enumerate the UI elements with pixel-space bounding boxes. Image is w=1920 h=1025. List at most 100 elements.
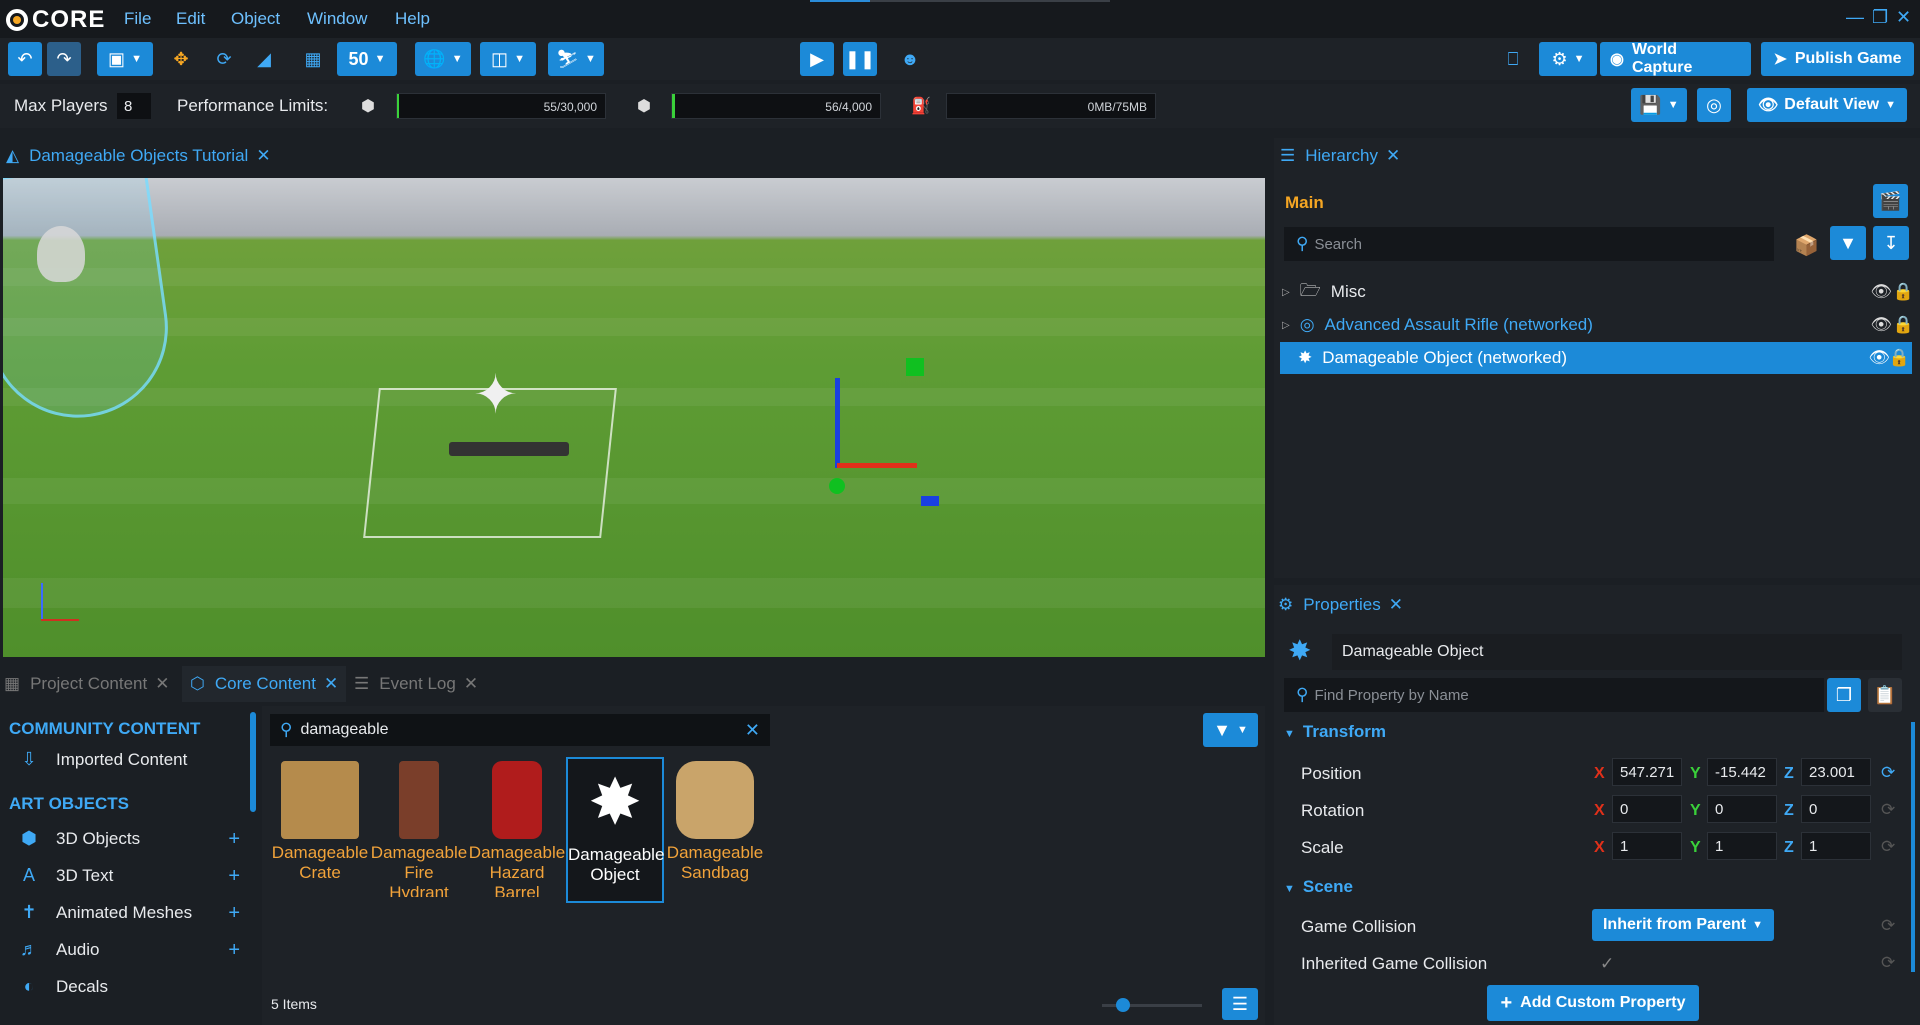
copy-properties-button[interactable]: ❐ <box>1827 678 1861 712</box>
reset-inherited-icon[interactable]: ⟳ <box>1881 953 1895 973</box>
menu-help[interactable]: Help <box>395 9 430 29</box>
art-objects-heading[interactable]: ART OBJECTS <box>9 794 129 814</box>
sidebar-item-animated-meshes[interactable]: ✝ Animated Meshes + <box>0 895 250 931</box>
sidebar-item-3d-objects[interactable]: ⬢ 3D Objects + <box>0 821 250 857</box>
sidebar-scrollbar[interactable] <box>250 712 256 812</box>
max-players-input[interactable]: 8 <box>117 93 151 119</box>
rotate-tool-button[interactable]: ⟳ <box>207 42 241 76</box>
hierarchy-row-assault-rifle[interactable]: ▷ ◎ Advanced Assault Rifle (networked) 👁… <box>1282 309 1914 341</box>
close-icon[interactable]: ✕ <box>324 674 338 694</box>
gizmo-plane-handle[interactable] <box>906 358 924 376</box>
tab-properties[interactable]: ⚙ Properties ✕ <box>1278 587 1403 623</box>
package-icon[interactable]: 📦 <box>1794 233 1819 258</box>
world-capture-button[interactable]: ◉ World Capture <box>1600 41 1751 76</box>
redo-button[interactable]: ↷ <box>47 42 81 76</box>
expand-arrow-icon[interactable]: ▷ <box>1282 320 1290 331</box>
menu-edit[interactable]: Edit <box>176 9 205 29</box>
hierarchy-filter-button[interactable]: ▼ <box>1830 226 1866 260</box>
gizmo-x-axis[interactable] <box>837 463 917 468</box>
menu-file[interactable]: File <box>124 9 151 29</box>
play-button[interactable]: ▶ <box>800 42 834 76</box>
paste-properties-button[interactable]: 📋 <box>1868 678 1902 712</box>
property-search-input[interactable]: Find Property by Name <box>1314 687 1468 704</box>
minimize-icon[interactable]: — <box>1846 7 1864 28</box>
selection-mode-button[interactable]: ▣ ▼ <box>97 42 153 76</box>
list-view-button[interactable]: ☰ <box>1222 988 1258 1020</box>
transform-section-header[interactable]: ▼ Transform <box>1284 722 1386 742</box>
object-name-field[interactable]: Damageable Object <box>1332 634 1902 670</box>
scale-x-input[interactable]: 1 <box>1612 832 1682 860</box>
reset-collision-icon[interactable]: ⟳ <box>1881 916 1895 936</box>
position-z-input[interactable]: 23.001 <box>1801 758 1871 786</box>
hierarchy-collapse-button[interactable]: ↧ <box>1873 226 1909 260</box>
expand-arrow-icon[interactable]: ▷ <box>1282 287 1290 298</box>
eye-icon[interactable]: 👁 <box>1868 348 1890 368</box>
plus-icon[interactable]: + <box>228 939 240 962</box>
sidebar-item-decals[interactable]: ◐ Decals <box>0 969 250 1005</box>
asset-damageable-crate[interactable]: Damageable Crate <box>271 757 369 883</box>
lock-icon[interactable]: 🔒 <box>1893 282 1914 302</box>
close-icon[interactable]: ✕ <box>464 674 478 694</box>
publish-game-button[interactable]: ➤ Publish Game <box>1761 42 1914 76</box>
scene-viewport[interactable]: ✦ <box>3 178 1265 657</box>
hierarchy-search-bar[interactable]: ⚲ Search <box>1284 227 1774 261</box>
asset-damageable-fire-hydrant[interactable]: Damageable Fire Hydrant <box>370 757 468 897</box>
property-search-bar[interactable]: ⚲ Find Property by Name <box>1284 678 1824 712</box>
restore-icon[interactable]: ❐ <box>1872 7 1888 28</box>
gizmo-z-axis[interactable] <box>835 378 840 468</box>
move-tool-button[interactable]: ✥ <box>164 42 198 76</box>
pause-button[interactable]: ❚❚ <box>843 42 877 76</box>
save-dropdown-button[interactable]: 💾 ▼ <box>1631 88 1687 122</box>
content-search-input[interactable]: damageable <box>300 721 388 739</box>
close-icon[interactable]: ✕ <box>1389 595 1403 615</box>
content-search-bar[interactable]: ⚲ damageable ✕ <box>270 714 770 746</box>
multiplayer-preview-button[interactable]: ☻ <box>893 42 927 76</box>
menu-object[interactable]: Object <box>231 9 280 29</box>
hierarchy-scene-button[interactable]: 🎬 <box>1873 184 1908 218</box>
asset-damageable-hazard-barrel[interactable]: Damageable Hazard Barrel <box>468 757 566 897</box>
asset-damageable-sandbag[interactable]: Damageable Sandbag <box>666 757 764 883</box>
eye-icon[interactable]: 👁 <box>1870 282 1892 302</box>
sidebar-item-3d-text[interactable]: A 3D Text + <box>0 858 250 894</box>
close-icon[interactable]: ✕ <box>155 674 169 694</box>
thumbnail-size-slider-handle[interactable] <box>1116 998 1130 1012</box>
spawn-point-button[interactable]: ⛷ ▼ <box>548 42 604 76</box>
gizmo-y-handle[interactable] <box>829 478 845 494</box>
rotation-y-input[interactable]: 0 <box>1707 795 1777 823</box>
close-window-icon[interactable]: ✕ <box>1896 7 1911 28</box>
tab-project-content[interactable]: ▦ Project Content ✕ <box>4 666 170 702</box>
scale-y-input[interactable]: 1 <box>1707 832 1777 860</box>
reset-position-icon[interactable]: ⟳ <box>1881 763 1895 783</box>
grid-size-button[interactable]: 50 ▼ <box>337 42 397 76</box>
lock-icon[interactable]: 🔒 <box>1893 315 1914 335</box>
plus-icon[interactable]: + <box>228 828 240 851</box>
screen-preview-button[interactable]: ⎕ <box>1496 42 1530 76</box>
snap-button[interactable]: ◫ ▼ <box>480 42 536 76</box>
reset-scale-icon[interactable]: ⟳ <box>1881 837 1895 857</box>
grid-toggle-button[interactable]: ▦ <box>296 42 330 76</box>
world-space-button[interactable]: 🌐 ▼ <box>415 42 471 76</box>
lock-icon[interactable]: 🔒 <box>1889 348 1910 368</box>
scene-section-header[interactable]: ▼ Scene <box>1284 877 1353 897</box>
clear-search-icon[interactable]: ✕ <box>745 720 760 741</box>
rotation-z-input[interactable]: 0 <box>1801 795 1871 823</box>
settings-dropdown-button[interactable]: ⚙ ▼ <box>1539 42 1597 76</box>
tab-hierarchy[interactable]: ☰ Hierarchy ✕ <box>1276 138 1400 174</box>
close-icon[interactable]: ✕ <box>256 146 270 166</box>
gizmo-plane-handle-blue[interactable] <box>921 496 939 506</box>
default-view-button[interactable]: 👁 Default View ▼ <box>1747 88 1907 122</box>
plus-icon[interactable]: + <box>228 865 240 888</box>
hierarchy-row-misc[interactable]: ▷ 🗁 Misc 👁 🔒 <box>1282 276 1914 308</box>
rotation-x-input[interactable]: 0 <box>1612 795 1682 823</box>
sidebar-item-imported-content[interactable]: ⇩ Imported Content <box>0 742 250 778</box>
position-y-input[interactable]: -15.442 <box>1707 758 1777 786</box>
viewport-tab-title[interactable]: Damageable Objects Tutorial <box>29 146 248 166</box>
menu-window[interactable]: Window <box>307 9 367 29</box>
hierarchy-search-input[interactable]: Search <box>1314 236 1362 253</box>
add-custom-property-button[interactable]: + Add Custom Property <box>1487 985 1699 1021</box>
hierarchy-row-damageable-object[interactable]: ✸ Damageable Object (networked) 👁 🔒 <box>1280 342 1912 374</box>
plus-icon[interactable]: + <box>228 902 240 925</box>
tab-event-log[interactable]: ☰ Event Log ✕ <box>354 666 478 702</box>
tab-core-content[interactable]: ⬡ Core Content ✕ <box>182 666 347 702</box>
community-content-heading[interactable]: COMMUNITY CONTENT <box>9 719 200 739</box>
